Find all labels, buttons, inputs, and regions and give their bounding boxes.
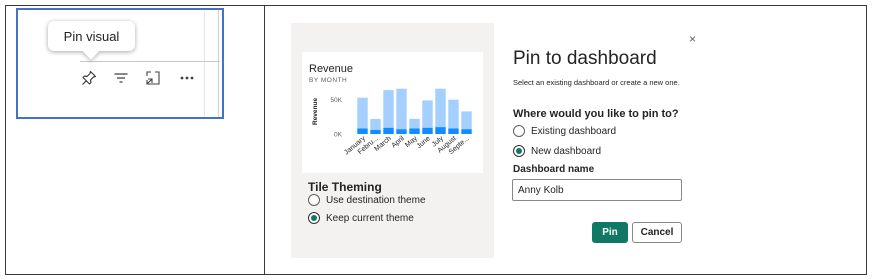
tooltip-text: Pin visual (63, 28, 120, 44)
close-icon[interactable]: × (689, 32, 696, 46)
revenue-bar-chart: Revenue 50K0KJanuaryFebru...MarchAprilMay… (312, 88, 472, 157)
y-tick-label: 0K (334, 132, 343, 139)
visual-header-divider (80, 61, 220, 62)
x-tick-label: April (391, 135, 407, 150)
pin-visual-tooltip: Pin visual (48, 21, 135, 51)
option-new-dashboard[interactable]: New dashboard (513, 145, 601, 157)
bar-light (435, 88, 446, 128)
bar-dark (409, 128, 420, 134)
dashboard-name-input[interactable] (512, 179, 682, 201)
bar-light (370, 118, 381, 130)
y-tick-label: 50K (330, 97, 342, 104)
bar-light (383, 90, 394, 128)
theme-option-label: Keep current theme (326, 212, 414, 224)
dashboard-name-label: Dashboard name (513, 164, 595, 175)
x-tick-label: June (416, 135, 432, 150)
bar-dark (448, 128, 459, 134)
bar-dark (370, 129, 381, 134)
bar-light (448, 99, 459, 129)
option-existing-dashboard[interactable]: Existing dashboard (513, 125, 616, 137)
dialog-description: Select an existing dashboard or create a… (513, 78, 680, 87)
bar-dark (357, 128, 368, 134)
bar-dark (383, 127, 394, 134)
radio-unselected[interactable] (513, 125, 525, 137)
bar-light (357, 97, 368, 129)
cancel-button[interactable]: Cancel (632, 222, 682, 243)
table-divider (264, 5, 265, 275)
bar-dark (396, 129, 407, 134)
revenue-tile-preview: Revenue BY MONTH Revenue 50K 0K January Febr… (302, 52, 483, 173)
radio-unselected[interactable] (308, 194, 320, 206)
option-label: Existing dashboard (531, 125, 617, 137)
pin-icon[interactable] (79, 68, 99, 88)
more-options-icon[interactable] (177, 68, 197, 88)
radio-selected[interactable] (513, 145, 525, 157)
focus-mode-icon[interactable] (143, 68, 163, 88)
scroll-gutter-line (204, 10, 205, 117)
visual-border-line (218, 10, 219, 117)
tile-preview-panel: Revenue BY MONTH Revenue 50K 0K January Febr… (291, 23, 494, 258)
pin-location-question: Where would you like to pin to? (513, 108, 679, 120)
bar-light (409, 118, 420, 129)
bar-light (396, 88, 407, 130)
pin-button[interactable]: Pin (592, 222, 628, 243)
bar-light (422, 100, 433, 128)
filter-icon[interactable] (111, 68, 131, 88)
option-label: New dashboard (531, 145, 602, 157)
tile-theming-title: Tile Theming (308, 180, 382, 194)
radio-selected[interactable] (308, 212, 320, 224)
theme-option-label: Use destination theme (326, 194, 426, 206)
visual-header-screenshot: Pin visual (16, 8, 224, 119)
y-axis-title: Revenue (312, 98, 319, 125)
bar-dark (422, 127, 433, 134)
bar-dark (435, 127, 446, 134)
bar-light (461, 111, 472, 130)
dialog-title: Pin to dashboard (513, 48, 657, 69)
theme-option-keep-current[interactable]: Keep current theme (308, 212, 414, 224)
bar-dark (461, 129, 472, 134)
theme-option-destination[interactable]: Use destination theme (308, 194, 426, 206)
